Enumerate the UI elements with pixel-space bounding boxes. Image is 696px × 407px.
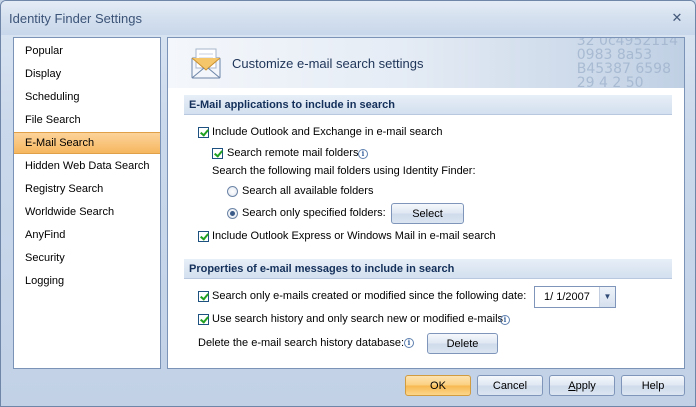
- chevron-down-icon[interactable]: ▼: [599, 287, 615, 307]
- search-remote-label[interactable]: Search remote mail folders: [227, 147, 358, 159]
- envelope-icon: [191, 48, 221, 79]
- include-express-label[interactable]: Include Outlook Express or Windows Mail …: [212, 230, 496, 242]
- nav-item-anyfind[interactable]: AnyFind: [14, 224, 160, 246]
- search-specified-folders-radio[interactable]: [227, 208, 238, 219]
- nav-item-email-search[interactable]: E-Mail Search: [14, 132, 160, 154]
- only-since-date-checkbox[interactable]: [198, 291, 209, 302]
- delete-button[interactable]: Delete: [427, 333, 498, 354]
- include-outlook-checkbox[interactable]: [198, 127, 209, 138]
- close-icon[interactable]: ✕: [669, 10, 685, 26]
- search-remote-checkbox[interactable]: [212, 148, 223, 159]
- nav-item-file-search[interactable]: File Search: [14, 109, 160, 131]
- apply-button[interactable]: Apply: [549, 375, 615, 396]
- nav-item-hidden-web-data-search[interactable]: Hidden Web Data Search: [14, 155, 160, 177]
- nav-item-scheduling[interactable]: Scheduling: [14, 86, 160, 108]
- settings-nav: Popular Display Scheduling File Search E…: [13, 37, 161, 369]
- panel-banner: 32 0c4952114 0983 8a53 B45387 6598 29 4 …: [168, 38, 684, 88]
- info-icon[interactable]: i: [358, 149, 368, 159]
- only-since-date-label[interactable]: Search only e-mails created or modified …: [212, 290, 526, 302]
- include-express-checkbox[interactable]: [198, 231, 209, 242]
- settings-window: Identity Finder Settings ✕ Popular Displ…: [0, 0, 696, 407]
- info-icon[interactable]: i: [404, 338, 414, 348]
- cancel-button[interactable]: Cancel: [477, 375, 543, 396]
- use-history-checkbox[interactable]: [198, 314, 209, 325]
- delete-history-text: Delete the e-mail search history databas…: [198, 337, 405, 349]
- info-icon[interactable]: i: [500, 315, 510, 325]
- settings-panel: 32 0c4952114 0983 8a53 B45387 6598 29 4 …: [167, 37, 685, 369]
- search-all-folders-radio[interactable]: [227, 186, 238, 197]
- nav-item-display[interactable]: Display: [14, 63, 160, 85]
- following-folders-text: Search the following mail folders using …: [212, 165, 476, 177]
- search-specified-folders-label[interactable]: Search only specified folders:: [242, 207, 386, 219]
- search-all-folders-label[interactable]: Search all available folders: [242, 185, 373, 197]
- select-button[interactable]: Select: [391, 203, 464, 224]
- use-history-label[interactable]: Use search history and only search new o…: [212, 313, 503, 325]
- title-bar: Identity Finder Settings ✕: [1, 1, 695, 35]
- help-button[interactable]: Help: [621, 375, 685, 396]
- nav-item-popular[interactable]: Popular: [14, 40, 160, 62]
- window-title: Identity Finder Settings: [9, 11, 142, 26]
- nav-item-worldwide-search[interactable]: Worldwide Search: [14, 201, 160, 223]
- nav-item-registry-search[interactable]: Registry Search: [14, 178, 160, 200]
- ok-button[interactable]: OK: [405, 375, 471, 396]
- banner-decor-numbers: 32 0c4952114 0983 8a53 B45387 6598 29 4 …: [576, 38, 678, 88]
- nav-item-security[interactable]: Security: [14, 247, 160, 269]
- nav-item-logging[interactable]: Logging: [14, 270, 160, 292]
- panel-heading: Customize e-mail search settings: [232, 56, 424, 71]
- section-message-properties: Properties of e-mail messages to include…: [184, 259, 672, 279]
- section-email-applications: E-Mail applications to include in search: [184, 95, 672, 115]
- since-date-value: 1/ 1/2007: [544, 291, 590, 303]
- since-date-picker[interactable]: 1/ 1/2007 ▼: [534, 286, 616, 308]
- include-outlook-label[interactable]: Include Outlook and Exchange in e-mail s…: [212, 126, 443, 138]
